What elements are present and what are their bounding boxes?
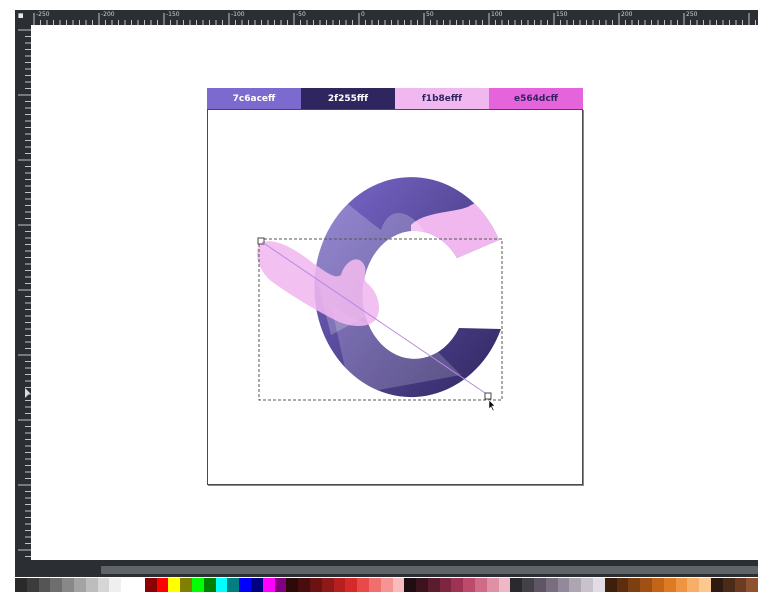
palette-color-swatch[interactable]	[652, 578, 664, 592]
palette-color-swatch[interactable]	[215, 578, 228, 592]
horizontal-scrollbar[interactable]	[15, 560, 758, 577]
artwork-layer	[256, 175, 531, 412]
palette-color-swatch[interactable]	[180, 578, 192, 592]
palette-color-swatch[interactable]	[593, 578, 605, 592]
palette-color-swatch[interactable]	[62, 578, 74, 592]
palette-color-swatch[interactable]	[250, 578, 263, 592]
palette-color-swatch[interactable]	[156, 578, 169, 592]
ruler-label: -100	[231, 11, 245, 18]
palette-color-swatch[interactable]	[132, 578, 145, 592]
palette-color-swatch[interactable]	[675, 578, 688, 592]
palette-color-swatch[interactable]	[286, 578, 299, 592]
palette-color-swatch[interactable]	[534, 578, 546, 592]
palette-color-swatch[interactable]	[357, 578, 369, 592]
horizontal-ruler-ticks	[33, 13, 756, 25]
gradient-end-handle[interactable]	[484, 392, 492, 400]
palette-color-swatch[interactable]	[498, 578, 511, 592]
palette-color-swatch[interactable]	[144, 578, 157, 592]
ruler-label: 100	[491, 11, 503, 18]
palette-color-swatch[interactable]	[616, 578, 629, 592]
palette-color-swatch[interactable]	[640, 578, 653, 592]
palette-color-swatch[interactable]	[628, 578, 641, 592]
horizontal-ruler[interactable]: -250 -200 -150 -100 -50 0 50 100 150 200 250	[31, 10, 758, 25]
ruler-label: -150	[166, 11, 180, 18]
palette-color-swatch[interactable]	[368, 578, 381, 592]
palette-color-swatch[interactable]	[309, 578, 322, 592]
palette-color-swatch[interactable]	[50, 578, 63, 592]
palette-color-swatch[interactable]	[109, 578, 122, 592]
palette-color-swatch[interactable]	[73, 578, 86, 592]
palette-color-swatch[interactable]	[545, 578, 558, 592]
palette-color-swatch[interactable]	[26, 578, 39, 592]
ruler-label: -50	[296, 11, 306, 18]
ruler-label: 50	[426, 11, 434, 18]
mouse-cursor-icon	[488, 399, 496, 412]
ruler-marker-icon	[25, 388, 30, 398]
palette-color-swatch[interactable]	[227, 578, 240, 592]
ruler-label: 0	[361, 11, 365, 18]
palette-color-swatch[interactable]	[734, 578, 747, 592]
palette-color-swatch[interactable]	[15, 578, 27, 592]
palette-color-swatch[interactable]	[475, 578, 487, 592]
palette-color-swatch[interactable]	[333, 578, 346, 592]
palette-color-swatch[interactable]	[451, 578, 464, 592]
palette-color-swatch[interactable]	[711, 578, 723, 592]
palette-color-swatch[interactable]	[581, 578, 594, 592]
palette-color-swatch[interactable]	[121, 578, 133, 592]
ruler-corner[interactable]: ◼	[15, 10, 31, 25]
palette-color-swatch[interactable]	[416, 578, 428, 592]
palette-color-swatch[interactable]	[321, 578, 334, 592]
palette-color-swatch[interactable]	[274, 578, 287, 592]
corner-icon: ◼	[18, 11, 24, 21]
palette-color-swatch[interactable]	[699, 578, 712, 592]
palette-color-swatch[interactable]	[427, 578, 440, 592]
palette-color-swatch[interactable]	[38, 578, 51, 592]
palette-color-swatch[interactable]	[722, 578, 735, 592]
drawing-canvas[interactable]: 7c6aceff 2f255fff f1b8efff e564dcff	[31, 25, 758, 560]
palette-color-swatch[interactable]	[404, 578, 417, 592]
palette-color-swatch[interactable]	[380, 578, 393, 592]
palette-color-swatch[interactable]	[557, 578, 570, 592]
palette-color-swatch[interactable]	[191, 578, 204, 592]
palette-color-swatch[interactable]	[97, 578, 110, 592]
palette-color-swatch[interactable]	[604, 578, 617, 592]
palette-color-swatch[interactable]	[510, 578, 523, 592]
ruler-label: -200	[101, 11, 115, 18]
palette-color-swatch[interactable]	[168, 578, 181, 592]
palette-color-swatch[interactable]	[746, 578, 759, 592]
palette-color-swatch[interactable]	[85, 578, 98, 592]
vertical-ruler[interactable]	[15, 25, 31, 560]
letter-c-logo[interactable]	[256, 175, 531, 398]
palette-color-swatch[interactable]	[522, 578, 535, 592]
ruler-label: 200	[621, 11, 633, 18]
palette-color-swatch[interactable]	[345, 578, 358, 592]
ruler-label: 150	[556, 11, 568, 18]
palette-color-swatch[interactable]	[239, 578, 251, 592]
palette-color-swatch[interactable]	[262, 578, 275, 592]
ruler-label: 250	[686, 11, 698, 18]
palette-color-swatch[interactable]	[663, 578, 676, 592]
palette-color-swatch[interactable]	[392, 578, 405, 592]
palette-color-swatch[interactable]	[298, 578, 310, 592]
vertical-ruler-ticks	[18, 29, 31, 557]
scrollbar-thumb[interactable]	[101, 566, 758, 574]
color-palette[interactable]	[15, 578, 759, 592]
ruler-label: -250	[36, 11, 50, 18]
palette-color-swatch[interactable]	[486, 578, 499, 592]
inkscape-editor: ◼ -250 -200 -150 -100 -50 0 50 100 150 200 250 7c6…	[0, 0, 778, 600]
palette-color-swatch[interactable]	[439, 578, 452, 592]
palette-color-swatch[interactable]	[203, 578, 216, 592]
palette-color-swatch[interactable]	[687, 578, 700, 592]
palette-color-swatch[interactable]	[463, 578, 476, 592]
palette-color-swatch[interactable]	[569, 578, 582, 592]
